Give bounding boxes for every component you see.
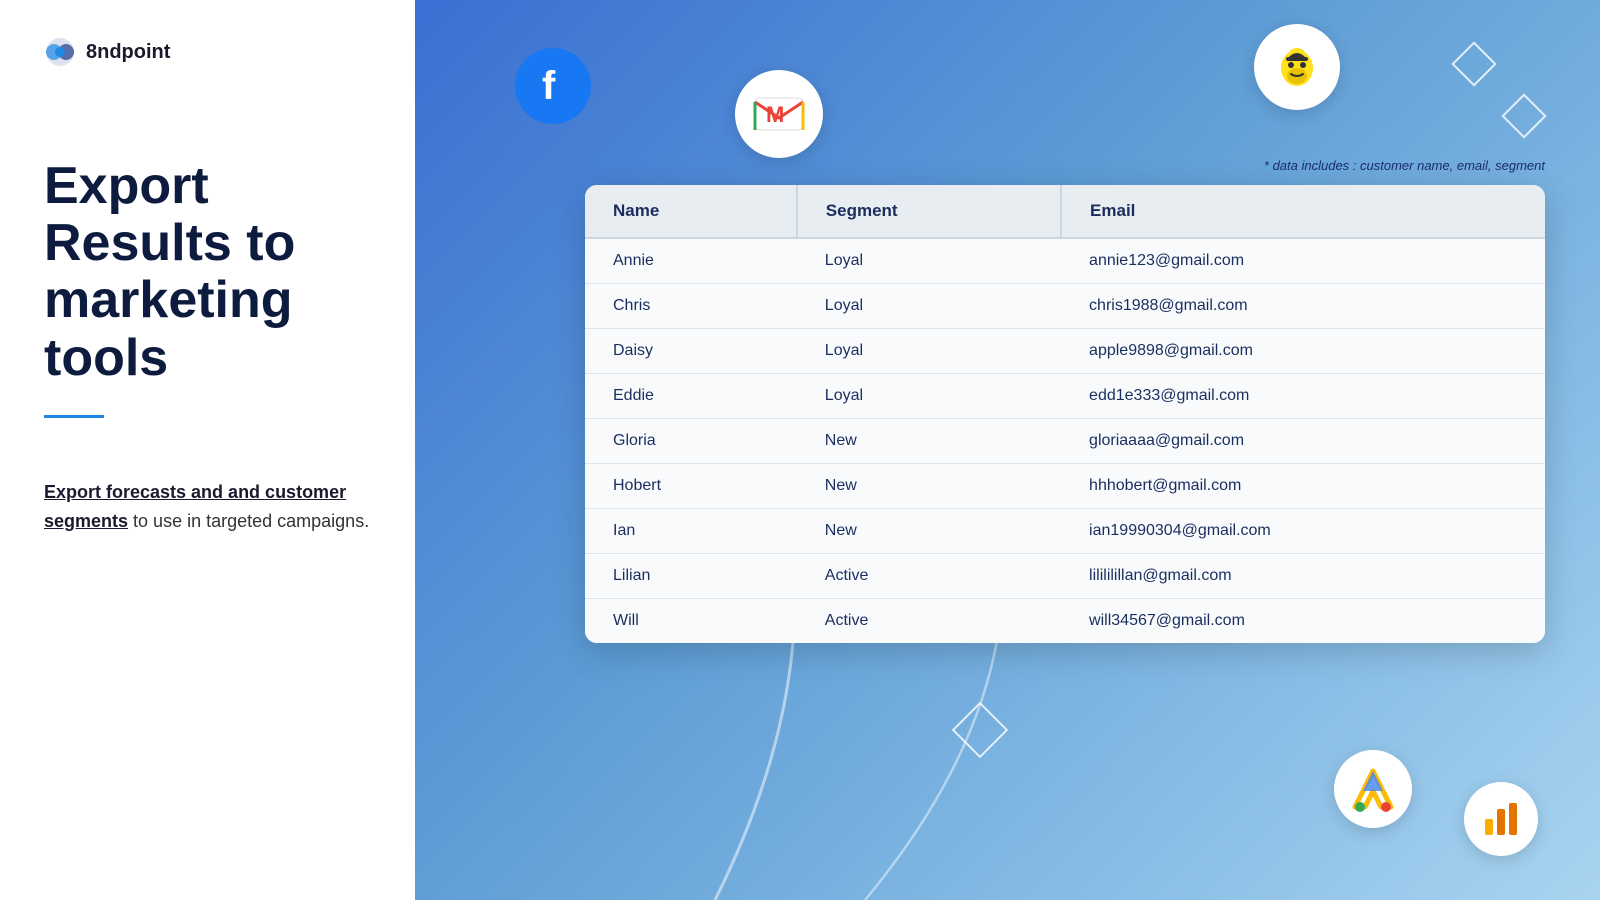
email-cell: annie123@gmail.com (1061, 238, 1545, 284)
description: Export forecasts and and customer segmen… (44, 478, 371, 536)
email-cell: ian19990304@gmail.com (1061, 509, 1545, 554)
segment-cell: Active (797, 599, 1061, 644)
email-cell: edd1e333@gmail.com (1061, 374, 1545, 419)
email-cell: chris1988@gmail.com (1061, 284, 1545, 329)
right-panel: f M * data includes : customer name, ema… (415, 0, 1600, 900)
table-row: IanNewian19990304@gmail.com (585, 509, 1545, 554)
facebook-icon: f (515, 48, 591, 124)
name-cell: Ian (585, 509, 797, 554)
email-cell: lilililillan@gmail.com (1061, 554, 1545, 599)
segment-cell: Loyal (797, 238, 1061, 284)
name-cell: Lilian (585, 554, 797, 599)
table-row: ChrisLoyalchris1988@gmail.com (585, 284, 1545, 329)
email-cell: apple9898@gmail.com (1061, 329, 1545, 374)
name-cell: Chris (585, 284, 797, 329)
svg-text:f: f (542, 65, 556, 107)
col-name-header: Name (585, 185, 797, 238)
email-cell: hhhobert@gmail.com (1061, 464, 1545, 509)
diamond-decoration-1 (1451, 41, 1496, 86)
mailchimp-icon (1254, 24, 1340, 110)
diamond-decoration-3 (952, 702, 1009, 759)
segment-cell: New (797, 509, 1061, 554)
table-header-row: Name Segment Email (585, 185, 1545, 238)
diamond-decoration-2 (1501, 93, 1546, 138)
table-row: WillActivewill34567@gmail.com (585, 599, 1545, 644)
table-row: DaisyLoyalapple9898@gmail.com (585, 329, 1545, 374)
email-cell: gloriaaaa@gmail.com (1061, 419, 1545, 464)
segment-cell: Active (797, 554, 1061, 599)
segment-cell: Loyal (797, 284, 1061, 329)
heading-line1: Export (44, 157, 209, 215)
heading-line2: Results (44, 214, 232, 272)
segment-cell: New (797, 464, 1061, 509)
segment-cell: Loyal (797, 329, 1061, 374)
table-row: AnnieLoyalannie123@gmail.com (585, 238, 1545, 284)
segment-cell: New (797, 419, 1061, 464)
google-ads-icon (1334, 750, 1412, 828)
divider-line (44, 415, 104, 418)
table-row: GloriaNewgloriaaaa@gmail.com (585, 419, 1545, 464)
heading-line3: marketing tools (44, 271, 293, 386)
name-cell: Hobert (585, 464, 797, 509)
brand-name: 8ndpoint (86, 41, 170, 64)
segment-cell: Loyal (797, 374, 1061, 419)
name-cell: Daisy (585, 329, 797, 374)
gmail-icon: M (735, 70, 823, 158)
data-table-container: Name Segment Email AnnieLoyalannie123@gm… (585, 185, 1545, 643)
name-cell: Gloria (585, 419, 797, 464)
main-heading: Export Results to marketing tools (44, 158, 371, 387)
table-row: LilianActivelilililillan@gmail.com (585, 554, 1545, 599)
table-row: EddieLoyaledd1e333@gmail.com (585, 374, 1545, 419)
heading-suffix: to (246, 214, 295, 272)
table-row: HobertNewhhhobert@gmail.com (585, 464, 1545, 509)
name-cell: Will (585, 599, 797, 644)
email-cell: will34567@gmail.com (1061, 599, 1545, 644)
data-note: * data includes : customer name, email, … (1264, 158, 1545, 173)
name-cell: Eddie (585, 374, 797, 419)
svg-text:M: M (766, 102, 784, 127)
google-analytics-icon (1464, 782, 1538, 856)
description-rest: to use in targeted campaigns. (128, 511, 369, 531)
customer-table: Name Segment Email AnnieLoyalannie123@gm… (585, 185, 1545, 643)
logo-area: 8ndpoint (44, 36, 371, 68)
col-segment-header: Segment (797, 185, 1061, 238)
name-cell: Annie (585, 238, 797, 284)
logo-icon (44, 36, 76, 68)
left-panel: 8ndpoint Export Results to marketing too… (0, 0, 415, 900)
col-email-header: Email (1061, 185, 1545, 238)
